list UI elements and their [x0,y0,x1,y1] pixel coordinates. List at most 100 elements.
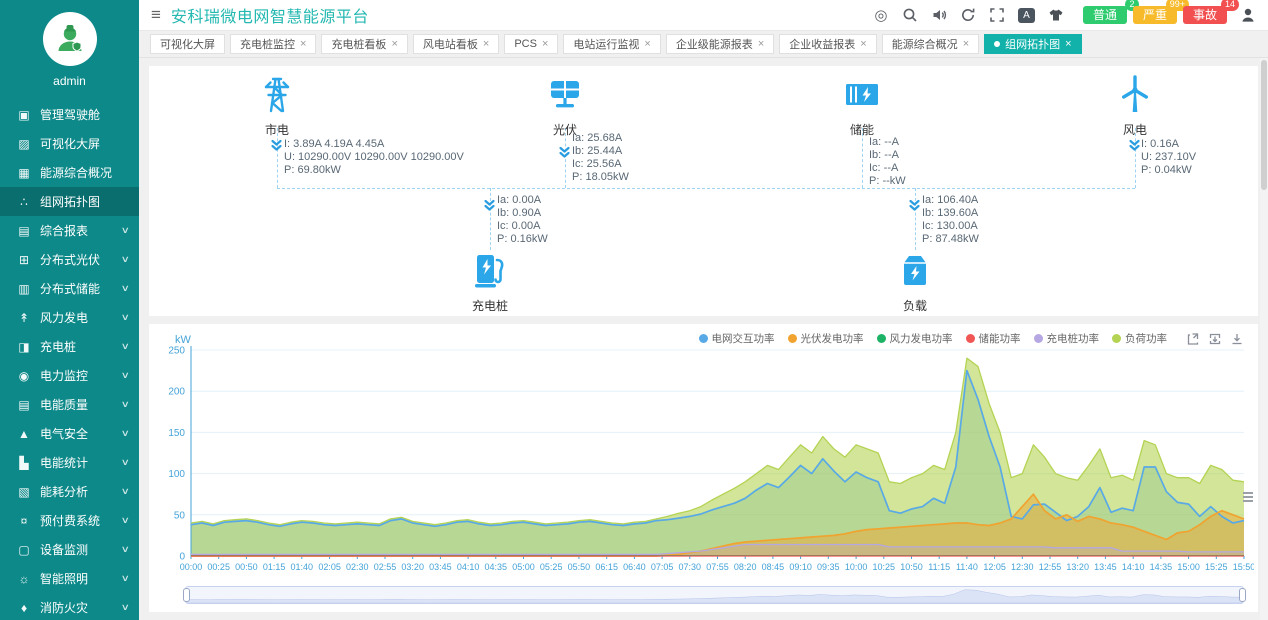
app-title: 安科瑞微电网智慧能源平台 [171,3,369,27]
zoom-restore-icon[interactable] [1186,332,1200,346]
sidebar-item-charging-pile[interactable]: ◨充电桩∨ [0,332,139,361]
svg-text:11:40: 11:40 [956,562,978,572]
close-icon[interactable]: × [963,39,969,50]
svg-text:12:55: 12:55 [1039,562,1062,572]
topology-node-grid[interactable]: 市电 [232,74,322,138]
node-readings-charger: Ia: 0.00AIb: 0.90AIc: 0.00AP: 0.16kW [497,194,548,246]
topology-node-pv[interactable]: 光伏 [520,74,610,138]
save-image-icon[interactable] [1230,332,1244,346]
sidebar-item-fire-safety[interactable]: ♦消防火灾∨ [0,593,139,620]
power-curve-chart[interactable]: 05010015020025000:0000:2500:5001:1501:40… [157,342,1254,580]
sidebar-item-distributed-storage[interactable]: ▥分布式储能∨ [0,274,139,303]
legend-item[interactable]: 风力发电功率 [877,331,953,346]
flow-direction-icon [483,199,496,212]
sidebar-item-power-monitoring[interactable]: ◉电力监控∨ [0,361,139,390]
tab-wind-station-board[interactable]: 风电站看板× [413,34,499,54]
sidebar-item-electrical-safety[interactable]: ▲电气安全∨ [0,419,139,448]
topology-node-ess[interactable]: 储能 [817,74,907,138]
distributed-pv-icon: ⊞ [16,253,32,267]
sidebar-item-label: 组网拓扑图 [40,193,100,210]
refresh-chart-icon[interactable] [1208,332,1222,346]
wind-power-icon: ↟ [16,311,32,325]
datazoom-right-handle[interactable] [1239,588,1246,602]
sidebar-item-label: 设备监测 [40,541,88,558]
sidebar-item-smart-lighting[interactable]: ☼智能照明∨ [0,564,139,593]
sidebar-item-device-monitoring[interactable]: ▢设备监测∨ [0,535,139,564]
refresh-icon[interactable] [960,7,976,23]
close-icon[interactable]: × [758,39,764,50]
sidebar-item-power-quality[interactable]: ▤电能质量∨ [0,390,139,419]
tab-enterprise-energy-report[interactable]: 企业级能源报表× [666,34,774,54]
sidebar-toggle-icon[interactable]: ≡ [151,5,161,25]
svg-text:08:20: 08:20 [734,562,757,572]
reading-line: I: 0.16A [1141,138,1196,151]
close-icon[interactable]: × [644,39,650,50]
alarm-normal-button[interactable]: 普通2 [1083,6,1127,24]
sidebar-item-wind-power[interactable]: ↟风力发电∨ [0,303,139,332]
close-icon[interactable]: × [860,39,866,50]
tab-pcs[interactable]: PCS× [504,34,558,54]
tab-charging-board[interactable]: 充电桩看板× [321,34,407,54]
chevron-down-icon: ∨ [121,312,130,323]
electrical-safety-icon: ▲ [16,427,32,441]
tab-energy-overview[interactable]: 能源综合概况× [882,34,979,54]
topology-node-load[interactable]: 负载 [870,250,960,314]
charging-pile-icon: ◨ [16,340,32,354]
legend-label: 储能功率 [979,331,1021,346]
close-icon[interactable]: × [542,39,548,50]
sidebar-item-label: 电能统计 [40,454,88,471]
topbar-actions: ◎ A 普通2 严重99+ 事故14 [873,6,1256,24]
scrollbar[interactable] [1260,58,1268,620]
text-size-icon[interactable]: A [1018,8,1035,23]
avatar[interactable] [43,12,97,66]
sidebar-item-energy-overview[interactable]: ▦能源综合概况 [0,158,139,187]
alarm-accident-button[interactable]: 事故14 [1183,6,1227,24]
tab-visual-screen[interactable]: 可视化大屏 [150,34,225,54]
close-icon[interactable]: × [300,39,306,50]
svg-text:07:30: 07:30 [679,562,702,572]
sidebar-item-energy-analysis[interactable]: ▧能耗分析∨ [0,477,139,506]
sidebar-item-prepaid-system[interactable]: ¤预付费系统∨ [0,506,139,535]
legend-item[interactable]: 负荷功率 [1112,331,1167,346]
topology-node-wind[interactable]: 风电 [1090,74,1180,138]
tab-station-monitor[interactable]: 电站运行监视× [563,34,660,54]
sidebar-item-visual-screen[interactable]: ▨可视化大屏 [0,129,139,158]
reading-line: Ic: 130.00A [922,220,979,233]
svg-text:150: 150 [168,428,185,439]
legend-item[interactable]: 储能功率 [966,331,1021,346]
user-icon[interactable] [1240,7,1256,23]
node-readings-grid: I: 3.89A 4.19A 4.45AU: 10290.00V 10290.0… [284,138,464,177]
sidebar-item-comprehensive-reports[interactable]: ▤综合报表∨ [0,216,139,245]
legend-item[interactable]: 光伏发电功率 [788,331,864,346]
alarm-severe-button[interactable]: 严重99+ [1133,6,1177,24]
drag-handle-icon[interactable] [1243,490,1253,504]
legend-item[interactable]: 充电桩功率 [1034,331,1100,346]
theme-shirt-icon[interactable] [1048,7,1064,23]
username: admin [0,74,139,88]
fullscreen-icon[interactable] [989,7,1005,23]
topology-node-charger[interactable]: 充电桩 [445,250,535,314]
svg-text:03:20: 03:20 [401,562,424,572]
close-icon[interactable]: × [1065,39,1071,50]
tab-network-topology[interactable]: 组网拓扑图× [984,34,1081,54]
volume-icon[interactable] [931,7,947,23]
close-icon[interactable]: × [483,39,489,50]
sidebar-item-distributed-pv[interactable]: ⊞分布式光伏∨ [0,245,139,274]
tab-enterprise-revenue-report[interactable]: 企业收益报表× [779,34,876,54]
legend-label: 风力发电功率 [890,331,953,346]
svg-text:00:50: 00:50 [235,562,258,572]
reading-line: P: 87.48kW [922,233,979,246]
scrollbar-thumb[interactable] [1261,60,1267,190]
bullseye-icon[interactable]: ◎ [873,7,889,23]
legend-item[interactable]: 电网交互功率 [699,331,775,346]
datazoom-slider[interactable] [185,586,1244,604]
big-screen-icon: ▨ [16,137,32,151]
search-icon[interactable] [902,7,918,23]
close-icon[interactable]: × [391,39,397,50]
sidebar-item-network-topology[interactable]: ∴组网拓扑图 [0,187,139,216]
sidebar-item-management-cockpit[interactable]: ▣管理驾驶舱 [0,100,139,129]
tab-charging-monitor[interactable]: 充电桩监控× [230,34,316,54]
sidebar-item-energy-statistics[interactable]: ▙电能统计∨ [0,448,139,477]
chevron-down-icon: ∨ [121,370,130,381]
datazoom-left-handle[interactable] [183,588,190,602]
